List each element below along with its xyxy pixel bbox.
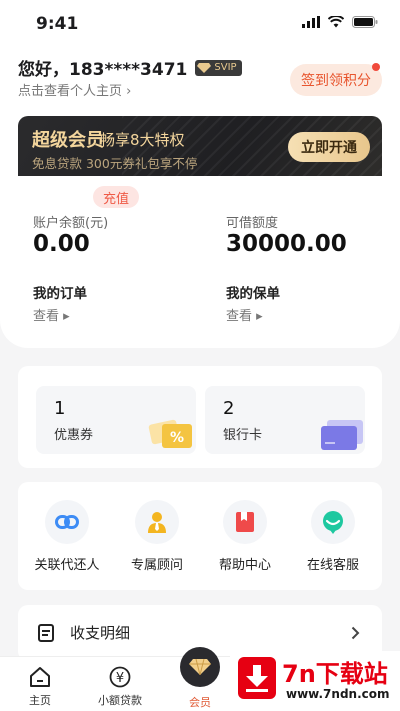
signin-button-label: 签到领积分 — [301, 73, 371, 89]
profile-link[interactable]: 点击查看个人主页 › — [18, 80, 131, 99]
watermark-brand: 7n下载站 — [282, 660, 388, 688]
help-book-icon — [223, 500, 267, 544]
status-time: 9:41 — [36, 14, 79, 34]
svip-badge-label: SVIP — [214, 62, 237, 73]
link-icon — [45, 500, 89, 544]
assets-card: 1 优惠券 % 2 银行卡 — [18, 366, 382, 468]
ledger-label: 收支明细 — [70, 624, 131, 642]
policies-link[interactable]: 查看 ▸ — [226, 305, 263, 324]
coupon-tile[interactable]: 1 优惠券 % — [36, 386, 196, 454]
svip-badge: SVIP — [195, 59, 242, 76]
tab-home[interactable]: 主页 — [5, 665, 75, 708]
profile-panel: 您好，183****3471 SVIP 点击查看个人主页 › 签到领积分 超级会… — [0, 48, 400, 348]
diamond-icon — [180, 647, 220, 687]
vip-subtitle: 免息贷款 300元券礼包享不停 — [32, 156, 198, 171]
gem-icon — [197, 62, 212, 73]
svg-text:¥: ¥ — [116, 671, 124, 686]
status-bar: 9:41 — [0, 0, 400, 48]
vip-highlight: 畅享8大特权 — [100, 131, 185, 149]
svg-text:%: % — [170, 430, 184, 446]
orders-link[interactable]: 查看 ▸ — [33, 305, 70, 324]
policies-title: 我的保单 — [226, 286, 280, 302]
coupon-label: 优惠券 — [54, 428, 94, 443]
service-label: 帮助中心 — [218, 558, 271, 573]
coupon-count: 1 — [54, 398, 66, 419]
activate-vip-button[interactable]: 立即开通 — [288, 132, 370, 162]
bank-card-tile[interactable]: 2 银行卡 — [205, 386, 365, 454]
credit-label: 可借额度 — [226, 216, 279, 231]
notification-dot — [372, 63, 380, 71]
tab-vip-label: 会员 — [189, 696, 211, 709]
signin-button[interactable]: 签到领积分 — [290, 63, 382, 96]
chevron-right-icon — [351, 626, 360, 640]
wifi-icon — [328, 16, 344, 28]
bank-card-label: 银行卡 — [223, 428, 263, 443]
signal-icon — [302, 16, 320, 28]
greeting: 您好，183****3471 SVIP — [18, 55, 242, 80]
tab-home-label: 主页 — [29, 694, 51, 707]
recharge-button[interactable]: 充值 — [93, 186, 139, 208]
service-online-support[interactable]: 在线客服 — [298, 500, 368, 573]
services-card: 关联代还人 专属顾问 帮助中心 在线客服 — [18, 482, 382, 590]
orders-title: 我的订单 — [33, 286, 87, 302]
greeting-text: 您好，183****3471 — [18, 60, 188, 80]
vip-banner[interactable]: 超级会员 畅享8大特权 免息贷款 300元券礼包享不停 立即开通 — [18, 116, 382, 176]
chat-service-icon — [311, 500, 355, 544]
system-indicators — [302, 16, 378, 28]
bank-card-icon — [321, 420, 363, 450]
credit-value: 30000.00 — [226, 231, 347, 257]
vip-title: 超级会员 — [32, 130, 104, 151]
service-label: 关联代还人 — [34, 558, 100, 573]
document-icon — [38, 624, 54, 642]
bank-card-count: 2 — [223, 398, 235, 419]
balance-label: 账户余额(元) — [33, 216, 109, 231]
service-link-repayer[interactable]: 关联代还人 — [32, 500, 102, 573]
advisor-icon — [135, 500, 179, 544]
service-advisor[interactable]: 专属顾问 — [122, 500, 192, 573]
watermark-url: www.7ndn.com — [286, 687, 390, 701]
download-arrow-icon — [238, 657, 276, 699]
home-icon — [30, 667, 50, 687]
balance-value: 0.00 — [33, 231, 90, 257]
service-label: 在线客服 — [306, 558, 359, 573]
tab-small-loan-label: 小额贷款 — [98, 694, 142, 707]
tab-small-loan[interactable]: ¥ 小额贷款 — [85, 665, 155, 708]
tab-vip[interactable]: 会员 — [165, 647, 235, 710]
site-watermark: 7n下载站 www.7ndn.com — [230, 651, 400, 711]
service-help-center[interactable]: 帮助中心 — [210, 500, 280, 573]
yuan-icon: ¥ — [109, 666, 131, 688]
coupon-icon: % — [148, 419, 192, 448]
service-label: 专属顾问 — [130, 558, 183, 573]
battery-icon — [352, 16, 378, 28]
